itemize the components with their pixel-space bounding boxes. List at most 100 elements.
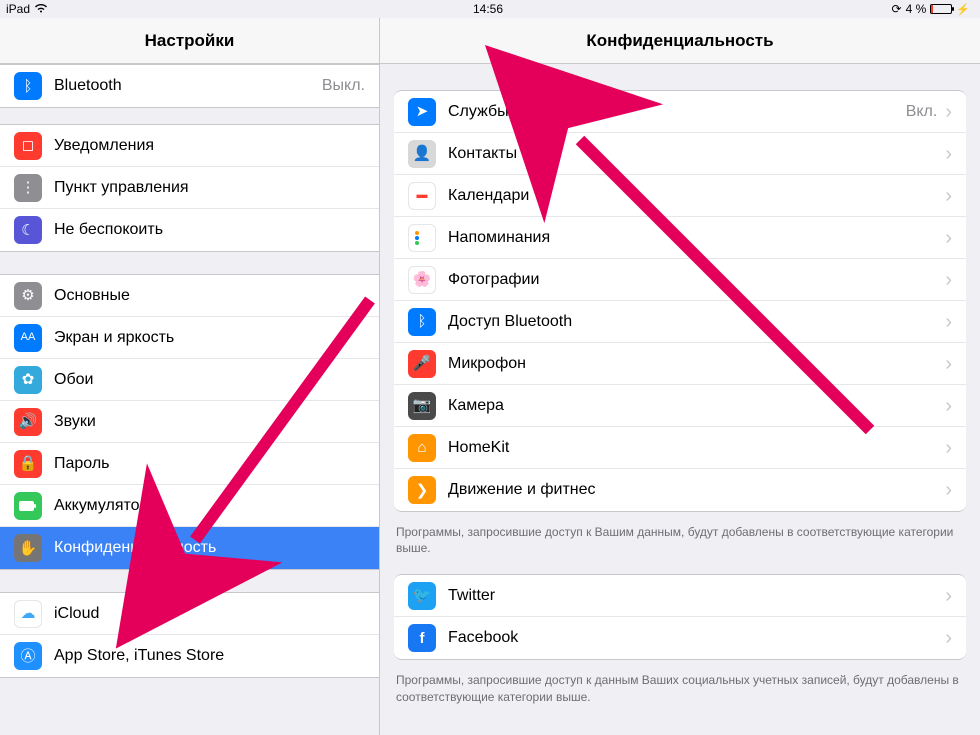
sidebar-item-icloud[interactable]: ☁ iCloud	[0, 593, 379, 635]
motion-icon: ❯	[408, 476, 436, 504]
sidebar-item-label: Уведомления	[54, 137, 365, 155]
chevron-right-icon: ›	[945, 312, 952, 332]
sidebar-title: Настройки	[0, 18, 379, 64]
location-icon: ➤	[408, 98, 436, 126]
icloud-icon: ☁	[14, 600, 42, 628]
privacy-item-contacts[interactable]: 👤 Контакты ›	[394, 133, 966, 175]
sidebar-item-label: Аккумулятор	[54, 497, 365, 515]
privacy-item-photos[interactable]: 🌸 Фотографии ›	[394, 259, 966, 301]
sidebar-item-sounds[interactable]: 🔊 Звуки	[0, 401, 379, 443]
sidebar-item-passcode[interactable]: 🔒 Пароль	[0, 443, 379, 485]
privacy-item-twitter[interactable]: 🐦 Twitter ›	[394, 575, 966, 617]
camera-icon: 📷	[408, 392, 436, 420]
detail-pane: Конфиденциальность ➤ Службы геолокации В…	[380, 18, 980, 735]
control-center-icon: ⋮	[14, 174, 42, 202]
sounds-icon: 🔊	[14, 408, 42, 436]
chevron-right-icon: ›	[945, 438, 952, 458]
notifications-icon: ◻	[14, 132, 42, 160]
detail-title: Конфиденциальность	[380, 18, 980, 64]
microphone-icon: 🎤	[408, 350, 436, 378]
lock-icon: 🔒	[14, 450, 42, 478]
privacy-item-bluetooth-sharing[interactable]: ᛒ Доступ Bluetooth ›	[394, 301, 966, 343]
chevron-right-icon: ›	[945, 270, 952, 290]
contacts-icon: 👤	[408, 140, 436, 168]
wifi-icon	[34, 2, 48, 16]
chevron-right-icon: ›	[945, 354, 952, 374]
sidebar-item-notifications[interactable]: ◻ Уведомления	[0, 125, 379, 167]
sidebar-item-label: Основные	[54, 287, 365, 305]
facebook-icon: f	[408, 624, 436, 652]
privacy-item-camera[interactable]: 📷 Камера ›	[394, 385, 966, 427]
privacy-item-reminders[interactable]: Напоминания ›	[394, 217, 966, 259]
sidebar-item-general[interactable]: ⚙ Основные	[0, 275, 379, 317]
sidebar-item-battery[interactable]: Аккумулятор	[0, 485, 379, 527]
group-footer: Программы, запросившие доступ к Вашим да…	[380, 518, 980, 556]
privacy-item-value: Вкл.	[906, 103, 938, 121]
hand-icon: ✋	[14, 534, 42, 562]
sidebar-item-label: Пароль	[54, 455, 365, 473]
sidebar-item-bluetooth[interactable]: ᛒ Bluetooth Выкл.	[0, 65, 379, 107]
privacy-item-label: Движение и фитнес	[448, 481, 937, 499]
sidebar-item-wallpaper[interactable]: ✿ Обои	[0, 359, 379, 401]
privacy-item-label: Службы геолокации	[448, 103, 906, 121]
privacy-item-calendar[interactable]: ▬ Календари ›	[394, 175, 966, 217]
sidebar-item-do-not-disturb[interactable]: ☾ Не беспокоить	[0, 209, 379, 251]
chevron-right-icon: ›	[945, 186, 952, 206]
sidebar-item-label: Обои	[54, 371, 365, 389]
orientation-lock-icon: ⟳	[892, 2, 902, 16]
clock: 14:56	[327, 2, 648, 16]
privacy-item-label: Фотографии	[448, 271, 937, 289]
settings-sidebar: Настройки ᛒ Bluetooth Выкл. ◻ Уведомлени…	[0, 18, 380, 735]
battery-percent: 4 %	[906, 2, 927, 16]
homekit-icon: ⌂	[408, 434, 436, 462]
chevron-right-icon: ›	[945, 586, 952, 606]
privacy-item-location[interactable]: ➤ Службы геолокации Вкл. ›	[394, 91, 966, 133]
battery-settings-icon	[14, 492, 42, 520]
status-bar: iPad 14:56 ⟳ 4 % ⚡	[0, 0, 980, 18]
calendar-icon: ▬	[408, 182, 436, 210]
device-label: iPad	[6, 2, 30, 16]
sidebar-item-label: Экран и яркость	[54, 329, 365, 347]
chevron-right-icon: ›	[945, 228, 952, 248]
reminders-icon	[408, 224, 436, 252]
sidebar-item-label: Не беспокоить	[54, 221, 365, 239]
sidebar-item-label: Пункт управления	[54, 179, 365, 197]
privacy-item-label: Календари	[448, 187, 937, 205]
sidebar-item-label: Звуки	[54, 413, 365, 431]
sidebar-item-appstore[interactable]: Ⓐ App Store, iTunes Store	[0, 635, 379, 677]
privacy-item-label: Контакты	[448, 145, 937, 163]
chevron-right-icon: ›	[945, 480, 952, 500]
privacy-item-label: Facebook	[448, 629, 937, 647]
charging-icon: ⚡	[956, 3, 970, 16]
twitter-icon: 🐦	[408, 582, 436, 610]
sidebar-item-privacy[interactable]: ✋ Конфиденциальность	[0, 527, 379, 569]
privacy-item-label: HomeKit	[448, 439, 937, 457]
photos-icon: 🌸	[408, 266, 436, 294]
privacy-item-motion[interactable]: ❯ Движение и фитнес ›	[394, 469, 966, 511]
wallpaper-icon: ✿	[14, 366, 42, 394]
privacy-item-microphone[interactable]: 🎤 Микрофон ›	[394, 343, 966, 385]
privacy-item-label: Камера	[448, 397, 937, 415]
chevron-right-icon: ›	[945, 102, 952, 122]
bluetooth-share-icon: ᛒ	[408, 308, 436, 336]
sidebar-item-label: Bluetooth	[54, 77, 322, 95]
gear-icon: ⚙	[14, 282, 42, 310]
privacy-item-label: Twitter	[448, 587, 937, 605]
privacy-item-label: Доступ Bluetooth	[448, 313, 937, 331]
display-icon: AA	[14, 324, 42, 352]
privacy-item-homekit[interactable]: ⌂ HomeKit ›	[394, 427, 966, 469]
appstore-icon: Ⓐ	[14, 642, 42, 670]
sidebar-item-label: Конфиденциальность	[54, 539, 365, 557]
privacy-item-label: Микрофон	[448, 355, 937, 373]
group-footer: Программы, запросившие доступ к данным В…	[380, 666, 980, 704]
chevron-right-icon: ›	[945, 396, 952, 416]
sidebar-item-value: Выкл.	[322, 77, 365, 95]
sidebar-item-control-center[interactable]: ⋮ Пункт управления	[0, 167, 379, 209]
privacy-item-label: Напоминания	[448, 229, 937, 247]
sidebar-item-display[interactable]: AA Экран и яркость	[0, 317, 379, 359]
privacy-item-facebook[interactable]: f Facebook ›	[394, 617, 966, 659]
bluetooth-icon: ᛒ	[14, 72, 42, 100]
chevron-right-icon: ›	[945, 144, 952, 164]
sidebar-item-label: iCloud	[54, 605, 365, 623]
moon-icon: ☾	[14, 216, 42, 244]
